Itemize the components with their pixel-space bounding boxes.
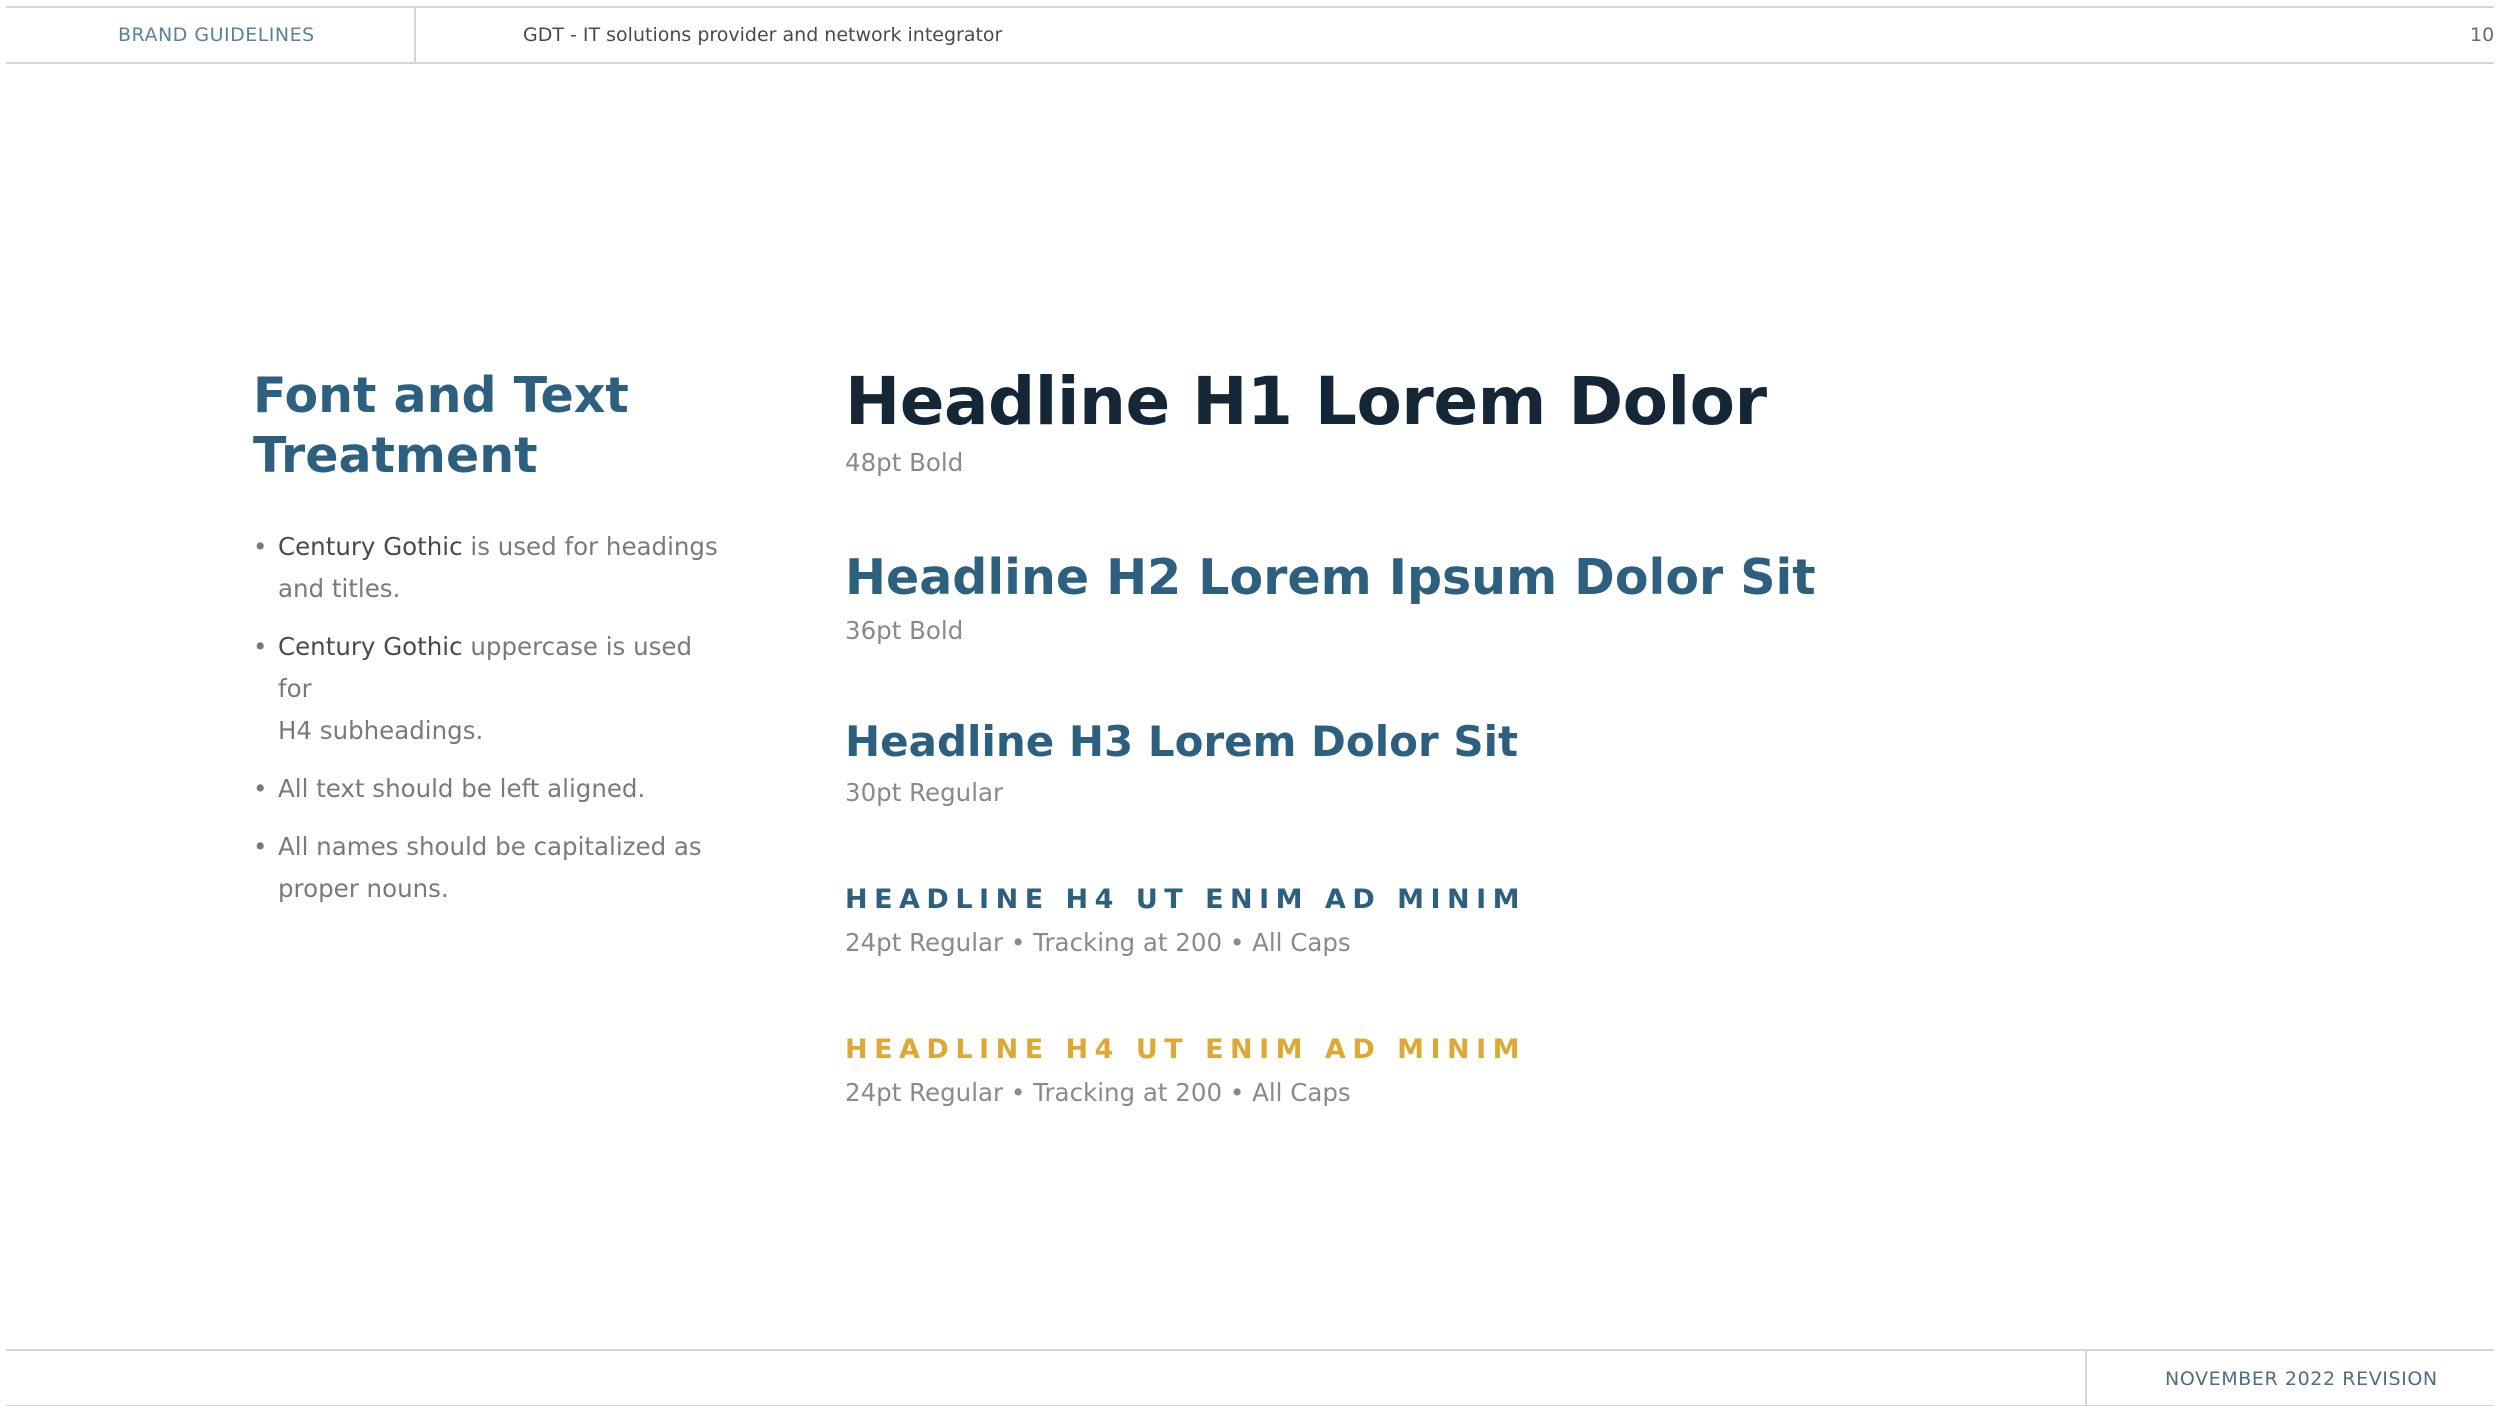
section-title: Font and Text Treatment [253, 366, 673, 486]
bullet-icon: • [253, 632, 268, 661]
h2-sample: Headline H2 Lorem Ipsum Dolor Sit [845, 549, 1816, 606]
h1-sample: Headline H1 Lorem Dolor [845, 363, 1767, 440]
section-title-line1: Font and Text [253, 367, 629, 424]
guideline-text: All text should be left aligned. [278, 774, 646, 803]
guideline-item-headings: • Century Gothic is used for headings an… [253, 526, 723, 610]
section-title-line2: Treatment [253, 427, 538, 484]
guideline-item-uppercase: • Century Gothic uppercase is used for H… [253, 626, 723, 752]
h3-sample: Headline H3 Lorem Dolor Sit [845, 717, 1519, 766]
footer-divider [2085, 1349, 2087, 1406]
guideline-item-alignment: • All text should be left aligned. [253, 768, 723, 810]
revision-label: NOVEMBER 2022 REVISION [2165, 1368, 2438, 1390]
h3-spec-note: 30pt Regular [845, 778, 1004, 807]
guideline-item-capitalization: • All names should be capitalized as pro… [253, 826, 723, 910]
font-name: Century Gothic [278, 532, 463, 561]
guideline-text-cont: and titles. [278, 574, 401, 603]
brand-guidelines-label: BRAND GUIDELINES [118, 24, 315, 46]
header-bottom-rule [6, 62, 2494, 64]
guideline-text-cont: proper nouns. [278, 874, 449, 903]
footer-top-rule [6, 1349, 2494, 1351]
header-divider [414, 6, 416, 64]
bullet-icon: • [253, 774, 268, 803]
header-top-rule [6, 6, 2494, 8]
h2-spec-note: 36pt Bold [845, 616, 964, 645]
h4-gold-spec-note: 24pt Regular • Tracking at 200 • All Cap… [845, 1078, 1351, 1107]
bullet-icon: • [253, 832, 268, 861]
bullet-icon: • [253, 532, 268, 561]
h1-spec-note: 48pt Bold [845, 448, 964, 477]
guideline-text: All names should be capitalized as [278, 832, 702, 861]
guideline-list: • Century Gothic is used for headings an… [253, 526, 723, 926]
document-title: GDT - IT solutions provider and network … [523, 24, 1003, 46]
font-name: Century Gothic [278, 632, 463, 661]
page-number: 10 [2470, 24, 2495, 46]
h4-sample-blue: HEADLINE H4 UT ENIM AD MINIM [845, 884, 1527, 915]
h4-sample-gold: HEADLINE H4 UT ENIM AD MINIM [845, 1034, 1527, 1065]
guideline-text: is used for headings [462, 532, 718, 561]
guideline-text-cont: H4 subheadings. [278, 716, 484, 745]
h4-blue-spec-note: 24pt Regular • Tracking at 200 • All Cap… [845, 928, 1351, 957]
